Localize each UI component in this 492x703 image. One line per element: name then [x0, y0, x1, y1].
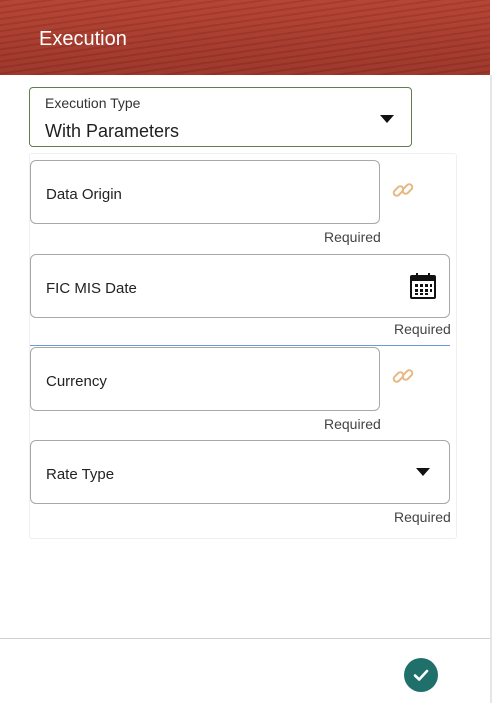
header-bar: Execution: [0, 0, 490, 75]
currency-field[interactable]: Currency: [30, 347, 380, 411]
footer-divider: [0, 638, 490, 639]
currency-label: Currency: [46, 373, 107, 390]
data-origin-label: Data Origin: [46, 186, 122, 203]
rate-type-required: Required: [394, 509, 451, 525]
page-title: Execution: [39, 28, 127, 50]
currency-required: Required: [324, 416, 381, 432]
calendar-icon[interactable]: [409, 272, 437, 300]
link-icon[interactable]: [390, 363, 416, 389]
fic-mis-date-field[interactable]: FIC MIS Date: [30, 254, 450, 318]
rate-type-select[interactable]: Rate Type: [30, 440, 450, 504]
execution-dialog: Execution Execution Type With Parameters…: [0, 0, 492, 703]
ok-button[interactable]: [404, 658, 438, 692]
fic-mis-date-required: Required: [394, 321, 451, 337]
check-icon: [413, 669, 429, 681]
data-origin-field[interactable]: Data Origin: [30, 160, 380, 224]
chevron-down-icon[interactable]: [416, 468, 430, 476]
execution-type-label: Execution Type: [45, 95, 141, 111]
fic-mis-date-label: FIC MIS Date: [46, 280, 137, 297]
link-icon[interactable]: [390, 177, 416, 203]
chevron-down-icon[interactable]: [380, 115, 394, 123]
rate-type-label: Rate Type: [46, 466, 115, 483]
data-origin-required: Required: [324, 229, 381, 245]
execution-type-select[interactable]: Execution Type With Parameters: [29, 87, 412, 147]
section-divider: [30, 345, 450, 346]
execution-type-value: With Parameters: [45, 121, 180, 141]
